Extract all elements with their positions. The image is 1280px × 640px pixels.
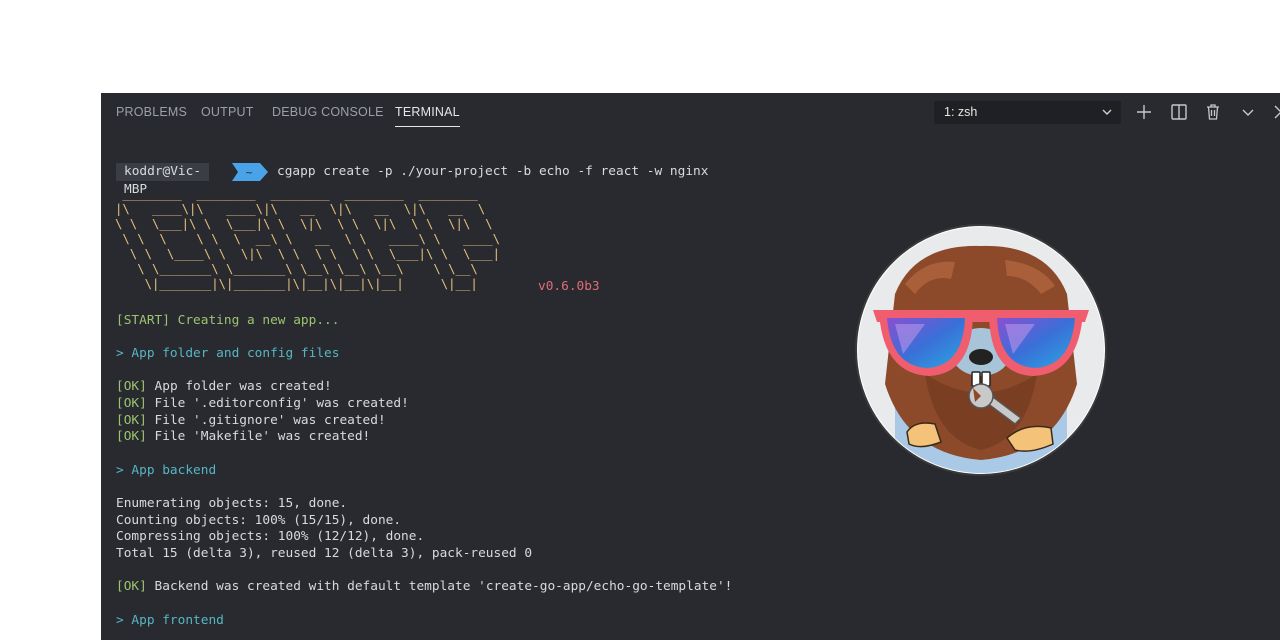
ok-tag: [OK] bbox=[116, 396, 147, 411]
tab-problems[interactable]: PROBLEMS bbox=[116, 105, 187, 119]
output-text: Backend was created with default templat… bbox=[146, 579, 733, 594]
panel-tab-bar: PROBLEMS OUTPUT DEBUG CONSOLE TERMINAL 1… bbox=[101, 93, 1280, 131]
trash-icon[interactable] bbox=[1203, 102, 1223, 122]
ok-tag: [OK] bbox=[116, 379, 147, 394]
ok-tag: [OK] bbox=[116, 429, 147, 444]
output-line: Counting objects: 100% (15/15), done. bbox=[116, 513, 402, 528]
ok-tag: [OK] bbox=[116, 579, 147, 594]
output-line: Total 15 (delta 3), reused 12 (delta 3),… bbox=[116, 546, 533, 561]
prompt-user: koddr@Vic-MBP bbox=[116, 163, 210, 197]
output-line: [OK] File 'Makefile' was created! bbox=[116, 429, 370, 445]
output-line: [OK] App folder was created! bbox=[116, 379, 332, 395]
output-text: File '.editorconfig' was created! bbox=[146, 396, 409, 411]
output-line: [OK] File '.editorconfig' was created! bbox=[116, 396, 409, 412]
output-text: File 'Makefile' was created! bbox=[146, 429, 371, 444]
svg-text:~: ~ bbox=[246, 166, 253, 179]
tab-output[interactable]: OUTPUT bbox=[201, 105, 254, 119]
prompt-command: cgapp create -p ./your-project -b echo -… bbox=[277, 164, 709, 179]
gopher-mascot-image bbox=[855, 224, 1107, 476]
tab-debug-console[interactable]: DEBUG CONSOLE bbox=[272, 105, 384, 119]
output-line: [OK] Backend was created with default te… bbox=[116, 579, 732, 595]
ok-tag: [OK] bbox=[116, 413, 147, 428]
tab-terminal[interactable]: TERMINAL bbox=[395, 105, 460, 127]
output-line: Compressing objects: 100% (12/12), done. bbox=[116, 529, 425, 544]
cgapp-ascii-logo: ________ ________ ________ ________ ____… bbox=[115, 187, 500, 291]
split-icon[interactable] bbox=[1169, 102, 1189, 122]
section-header: > App frontend bbox=[116, 613, 224, 628]
output-text: File '.gitignore' was created! bbox=[146, 413, 386, 428]
start-line: [START] Creating a new app... bbox=[116, 313, 340, 328]
output-line: Enumerating objects: 15, done. bbox=[116, 496, 348, 511]
version-label: v0.6.0b3 bbox=[538, 279, 600, 294]
chevron-down-icon bbox=[1102, 109, 1112, 115]
section-header: > App folder and config files bbox=[116, 346, 340, 361]
chevron-down-icon[interactable] bbox=[1238, 102, 1258, 122]
prompt-dir-segment: ~ bbox=[232, 163, 268, 181]
plus-icon[interactable] bbox=[1134, 102, 1154, 122]
terminal-panel: PROBLEMS OUTPUT DEBUG CONSOLE TERMINAL 1… bbox=[101, 93, 1280, 640]
terminal-select[interactable]: 1: zsh bbox=[934, 101, 1121, 124]
output-text: App folder was created! bbox=[146, 379, 332, 394]
output-line: [OK] File '.gitignore' was created! bbox=[116, 413, 386, 429]
terminal-select-value: 1: zsh bbox=[944, 105, 978, 119]
section-header: > App backend bbox=[116, 463, 217, 478]
close-icon[interactable] bbox=[1271, 102, 1280, 122]
